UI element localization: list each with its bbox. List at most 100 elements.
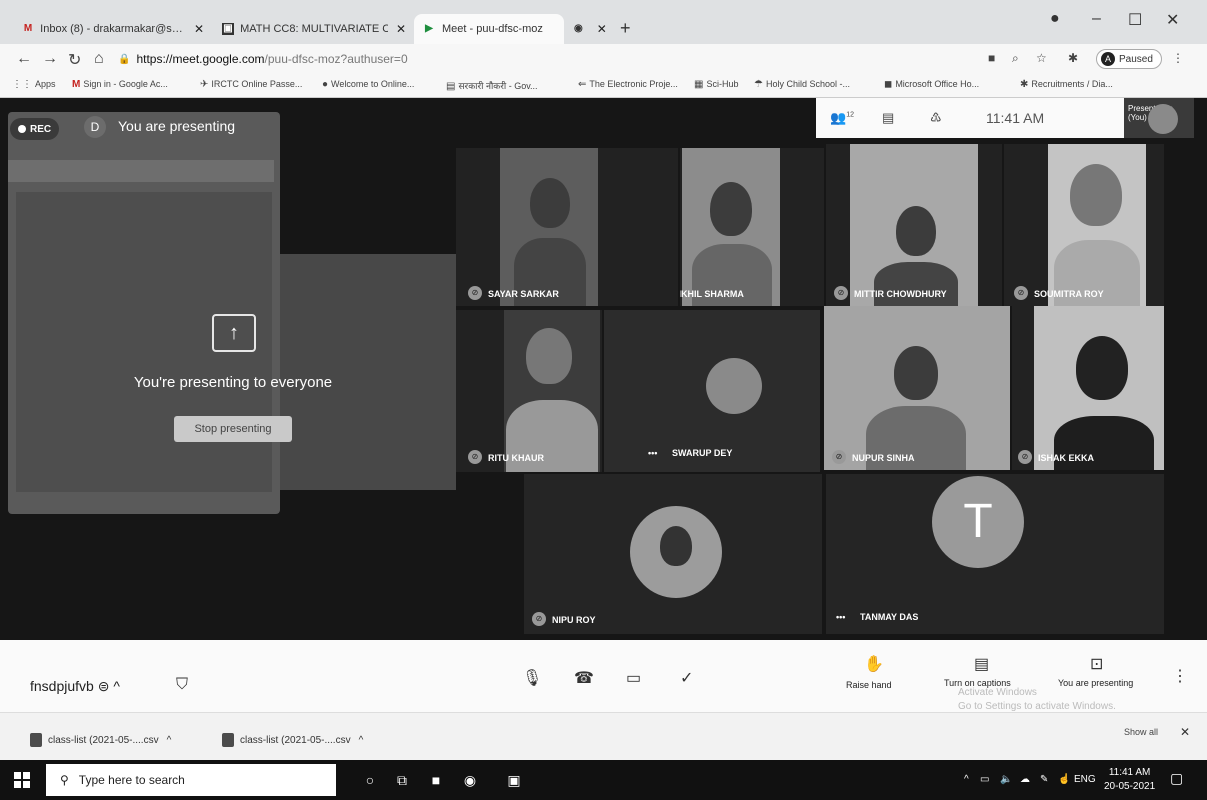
participant-video <box>1048 144 1146 306</box>
menu-icon[interactable]: ⋮ <box>1172 51 1184 65</box>
chat-icon[interactable]: ▤ <box>882 110 894 126</box>
school-icon: ☂ <box>754 79 763 90</box>
close-window-button[interactable]: ✕ <box>1166 10 1179 30</box>
reload-icon[interactable]: ↻ <box>68 50 81 70</box>
bookmark-electronic[interactable]: ⇐ The Electronic Proje... <box>578 79 678 90</box>
bookmark-recruitments[interactable]: ✱ Recruitments / Dia... <box>1020 79 1113 90</box>
cortana-icon[interactable]: ○ <box>360 770 380 790</box>
download-item[interactable]: class-list (2021-05-....csv ^ <box>30 733 171 747</box>
close-tab-icon[interactable]: ✕ <box>194 22 204 36</box>
image-viewer-icon[interactable]: ▣ <box>504 770 524 790</box>
participant-tile[interactable]: ••• SWARUP DEY <box>604 310 820 472</box>
participant-tile[interactable]: ⊘ MITTIR CHOWDHURY <box>826 144 1002 306</box>
tab-meet[interactable]: ▶ Meet - puu-dfsc-moz <box>414 14 564 44</box>
participant-video <box>850 144 978 306</box>
home-icon[interactable]: ⌂ <box>94 50 104 68</box>
network-icon[interactable]: ▭ <box>980 774 989 785</box>
close-downloads-icon[interactable]: ✕ <box>1180 725 1190 739</box>
extensions-icon[interactable]: ✱ <box>1068 51 1078 65</box>
close-tab-icon[interactable]: ✕ <box>597 22 607 36</box>
recording-icon: ◉ <box>574 23 583 34</box>
chevron-up-icon[interactable]: ^ <box>167 735 172 746</box>
tab-recording[interactable]: ◉ ✕ <box>566 14 614 44</box>
raise-hand-icon[interactable]: ✋ <box>864 654 884 674</box>
chevron-up-icon[interactable]: ^ <box>359 735 364 746</box>
bookmark-irctc[interactable]: ✈ IRCTC Online Passe... <box>200 79 302 90</box>
camera-icon[interactable]: ■ <box>988 51 995 65</box>
back-icon[interactable]: ← <box>16 50 32 68</box>
language-indicator[interactable]: ENG <box>1074 774 1096 785</box>
zoom-app-icon[interactable]: ■ <box>426 770 446 790</box>
participant-tile[interactable]: ⊘ NUPUR SINHA <box>824 306 1010 470</box>
activities-icon[interactable]: ♳ <box>930 110 942 126</box>
stop-presenting-button[interactable]: Stop presenting <box>174 416 292 442</box>
notifications-icon[interactable]: ▢ <box>1170 770 1183 787</box>
arrow-icon: ⇐ <box>578 79 587 90</box>
pen-icon[interactable]: ✎ <box>1040 774 1048 785</box>
bookmark-office[interactable]: ◼ Microsoft Office Ho... <box>884 79 979 90</box>
chrome-icon[interactable]: ◉ <box>460 770 480 790</box>
windows-start-icon[interactable] <box>14 772 30 788</box>
participant-tile[interactable]: ⊘ NIPU ROY <box>524 474 822 634</box>
tab-label: MATH CC8: MULTIVARIATE CALC <box>240 23 388 35</box>
bookmark-sarkari[interactable]: ▤ सरकारी नौकरी - Gov... <box>446 79 538 92</box>
bookmark-label: Microsoft Office Ho... <box>895 79 980 89</box>
participant-tile[interactable]: ⊘ SAYAR SARKAR <box>456 148 678 306</box>
download-item[interactable]: class-list (2021-05-....csv ^ <box>222 733 363 747</box>
captions-icon[interactable]: ▤ <box>974 654 989 674</box>
bookmark-label: सरकारी नौकरी - Gov... <box>458 81 538 91</box>
presentation-preview-side <box>280 254 456 490</box>
tab-gmail[interactable]: M Inbox (8) - drakarmakar@suryas... ✕ <box>14 14 212 44</box>
tab-classroom[interactable]: ▣ MATH CC8: MULTIVARIATE CALC ✕ <box>214 14 414 44</box>
participant-tile[interactable]: ⊘ NIKHIL SHARMA <box>680 148 824 306</box>
meeting-details[interactable]: fnsdpjufvb ⊜ ^ <box>30 678 120 695</box>
touch-icon[interactable]: ☝ <box>1058 774 1070 785</box>
show-all-button[interactable]: Show all <box>1124 727 1158 737</box>
bookmark-school[interactable]: ☂ Holy Child School -... <box>754 79 850 90</box>
task-view-icon[interactable]: ⧉ <box>392 770 412 790</box>
participant-tile[interactable]: ⊘ SOUMITRA ROY <box>1004 144 1164 306</box>
bookmark-google-signin[interactable]: M Sign in - Google Ac... <box>72 79 168 90</box>
more-options-icon[interactable]: ••• <box>648 448 657 458</box>
onedrive-icon[interactable]: ☁ <box>1020 774 1030 785</box>
more-options-icon[interactable]: ⋮ <box>1172 666 1188 686</box>
close-tab-icon[interactable]: ✕ <box>396 22 406 36</box>
url-field[interactable]: 🔒 https://meet.google.com /puu-dfsc-moz?… <box>118 49 958 69</box>
zoom-icon[interactable]: ⌕ <box>1012 51 1019 66</box>
participant-tile[interactable]: ⊘ ISHAK EKKA <box>1012 306 1164 470</box>
self-view-avatar[interactable] <box>1148 104 1178 134</box>
taskbar-search[interactable]: ⚲ Type here to search <box>46 764 336 796</box>
checkmark-icon[interactable]: ✓ <box>680 668 693 688</box>
forward-icon[interactable]: → <box>42 50 58 68</box>
shield-icon[interactable]: ⛉ <box>176 676 188 694</box>
participant-face <box>894 346 938 400</box>
minimize-button[interactable]: – <box>1092 10 1101 28</box>
tab-strip: M Inbox (8) - drakarmakar@suryas... ✕ ▣ … <box>0 0 1207 44</box>
new-tab-button[interactable]: + <box>620 18 631 39</box>
meet-clock: 11:41 AM <box>986 110 1045 126</box>
people-icon[interactable]: 👥12 <box>830 110 854 126</box>
raise-hand-button[interactable]: Raise hand <box>846 680 892 690</box>
bookmark-apps[interactable]: ⋮⋮ Apps <box>12 79 56 90</box>
participant-name: TANMAY DAS <box>860 612 919 622</box>
bookmark-label: Sci-Hub <box>706 79 739 89</box>
microphone-icon[interactable]: 🎙 <box>522 668 542 688</box>
participant-face <box>526 328 572 384</box>
camera-icon[interactable]: ▭ <box>626 668 641 688</box>
presenter-avatar: D <box>84 116 106 138</box>
volume-icon[interactable]: 🔈 <box>1000 774 1012 785</box>
star-icon[interactable]: ☆ <box>1036 51 1047 65</box>
maximize-button[interactable]: ☐ <box>1128 10 1142 30</box>
present-icon[interactable]: ⊡ <box>1090 654 1103 674</box>
profile-button[interactable]: A Paused <box>1096 49 1162 69</box>
clock[interactable]: 11:41 AM 20-05-2021 <box>1104 766 1155 794</box>
page-icon: ▤ <box>446 81 456 92</box>
bookmark-welcome[interactable]: ● Welcome to Online... <box>322 79 414 90</box>
bookmark-scihub[interactable]: ▦ Sci-Hub <box>694 79 738 90</box>
participant-tile[interactable]: ⊘ RITU KHAUR <box>456 310 602 472</box>
more-options-icon[interactable]: ••• <box>836 612 845 622</box>
mic-muted-icon: ⊘ <box>468 286 482 300</box>
show-hidden-icons[interactable]: ^ <box>964 774 969 785</box>
end-call-icon[interactable]: ☎ <box>574 668 594 688</box>
tab-search-icon[interactable]: ● <box>1050 10 1060 28</box>
